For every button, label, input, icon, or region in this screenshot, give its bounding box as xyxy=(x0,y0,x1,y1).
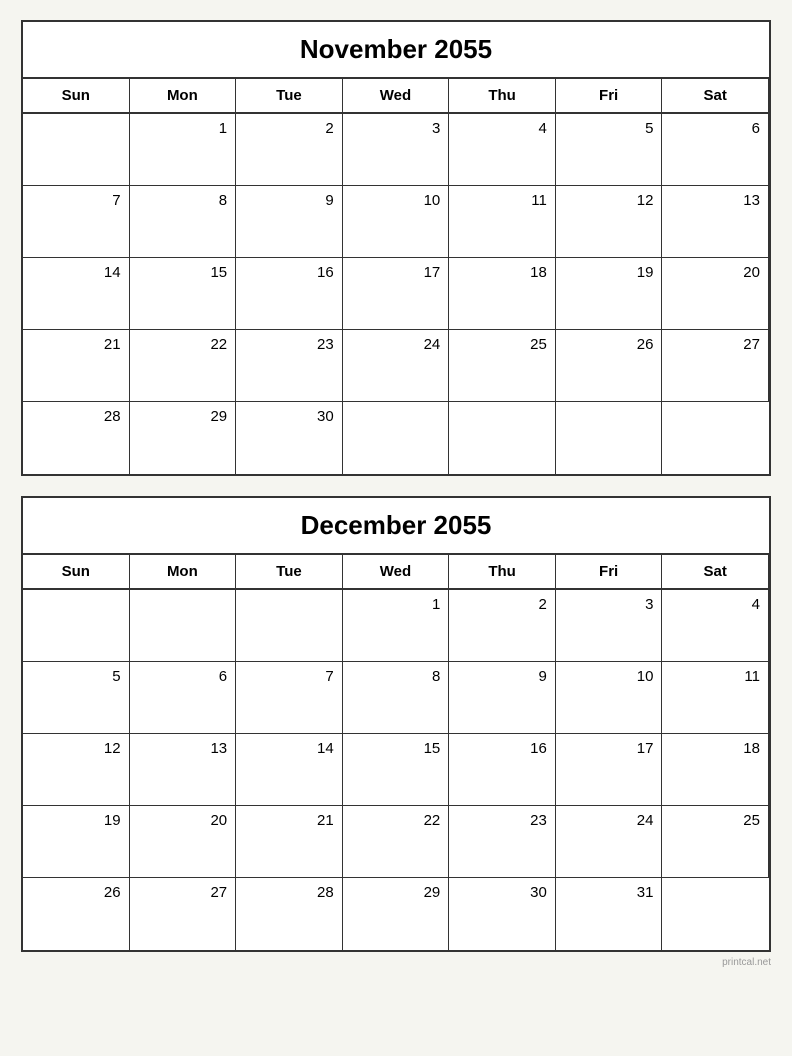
day-cell: 15 xyxy=(130,258,237,330)
day-cell: 23 xyxy=(449,806,556,878)
day-cell xyxy=(23,590,130,662)
day-cell: 3 xyxy=(343,114,450,186)
day-cell xyxy=(449,402,556,474)
day-header-sat: Sat xyxy=(662,79,769,114)
day-cell: 26 xyxy=(556,330,663,402)
day-cell xyxy=(343,402,450,474)
day-cell: 21 xyxy=(23,330,130,402)
day-cell: 6 xyxy=(130,662,237,734)
day-cell: 14 xyxy=(236,734,343,806)
day-cell: 19 xyxy=(23,806,130,878)
day-cell: 20 xyxy=(662,258,769,330)
day-cell: 27 xyxy=(662,330,769,402)
day-cell: 9 xyxy=(236,186,343,258)
day-header-wed: Wed xyxy=(343,555,450,590)
day-header-mon: Mon xyxy=(130,79,237,114)
day-cell: 9 xyxy=(449,662,556,734)
day-cell: 11 xyxy=(662,662,769,734)
day-header-thu: Thu xyxy=(449,79,556,114)
day-cell: 22 xyxy=(130,330,237,402)
day-header-fri: Fri xyxy=(556,79,663,114)
day-cell: 28 xyxy=(236,878,343,950)
day-cell: 24 xyxy=(343,330,450,402)
day-cell: 12 xyxy=(556,186,663,258)
day-cell: 17 xyxy=(343,258,450,330)
day-cell: 15 xyxy=(343,734,450,806)
day-cell: 3 xyxy=(556,590,663,662)
november-calendar: November 2055 SunMonTueWedThuFriSat12345… xyxy=(21,20,771,476)
day-header-sun: Sun xyxy=(23,79,130,114)
day-cell: 30 xyxy=(236,402,343,474)
day-header-mon: Mon xyxy=(130,555,237,590)
november-grid: SunMonTueWedThuFriSat1234567891011121314… xyxy=(23,79,769,474)
day-cell: 20 xyxy=(130,806,237,878)
watermark: printcal.net xyxy=(21,957,771,968)
day-header-tue: Tue xyxy=(236,555,343,590)
day-cell: 16 xyxy=(236,258,343,330)
day-cell: 28 xyxy=(23,402,130,474)
day-cell: 29 xyxy=(343,878,450,950)
day-cell: 19 xyxy=(556,258,663,330)
day-cell: 6 xyxy=(662,114,769,186)
november-title: November 2055 xyxy=(23,22,769,79)
day-cell: 2 xyxy=(449,590,556,662)
day-cell xyxy=(236,590,343,662)
day-cell: 14 xyxy=(23,258,130,330)
day-cell: 8 xyxy=(343,662,450,734)
day-cell: 10 xyxy=(343,186,450,258)
day-header-sat: Sat xyxy=(662,555,769,590)
day-cell: 5 xyxy=(556,114,663,186)
day-cell: 4 xyxy=(662,590,769,662)
day-cell: 31 xyxy=(556,878,663,950)
day-header-sun: Sun xyxy=(23,555,130,590)
day-cell: 25 xyxy=(662,806,769,878)
day-cell: 21 xyxy=(236,806,343,878)
day-cell xyxy=(662,402,769,474)
december-calendar: December 2055 SunMonTueWedThuFriSat12345… xyxy=(21,496,771,952)
december-title: December 2055 xyxy=(23,498,769,555)
day-cell: 2 xyxy=(236,114,343,186)
day-cell: 5 xyxy=(23,662,130,734)
december-grid: SunMonTueWedThuFriSat1234567891011121314… xyxy=(23,555,769,950)
day-cell: 8 xyxy=(130,186,237,258)
day-cell xyxy=(130,590,237,662)
day-cell: 29 xyxy=(130,402,237,474)
day-cell xyxy=(23,114,130,186)
day-cell: 18 xyxy=(662,734,769,806)
day-cell: 25 xyxy=(449,330,556,402)
day-cell: 22 xyxy=(343,806,450,878)
day-header-thu: Thu xyxy=(449,555,556,590)
day-header-fri: Fri xyxy=(556,555,663,590)
day-cell: 7 xyxy=(23,186,130,258)
day-cell xyxy=(662,878,769,950)
day-cell: 1 xyxy=(343,590,450,662)
day-cell: 4 xyxy=(449,114,556,186)
day-cell: 10 xyxy=(556,662,663,734)
day-cell: 18 xyxy=(449,258,556,330)
day-cell: 11 xyxy=(449,186,556,258)
day-cell: 27 xyxy=(130,878,237,950)
day-cell: 13 xyxy=(662,186,769,258)
day-cell: 23 xyxy=(236,330,343,402)
day-cell: 26 xyxy=(23,878,130,950)
day-cell xyxy=(556,402,663,474)
day-cell: 16 xyxy=(449,734,556,806)
day-cell: 24 xyxy=(556,806,663,878)
day-header-tue: Tue xyxy=(236,79,343,114)
day-cell: 13 xyxy=(130,734,237,806)
day-cell: 7 xyxy=(236,662,343,734)
day-header-wed: Wed xyxy=(343,79,450,114)
day-cell: 12 xyxy=(23,734,130,806)
day-cell: 1 xyxy=(130,114,237,186)
day-cell: 17 xyxy=(556,734,663,806)
day-cell: 30 xyxy=(449,878,556,950)
